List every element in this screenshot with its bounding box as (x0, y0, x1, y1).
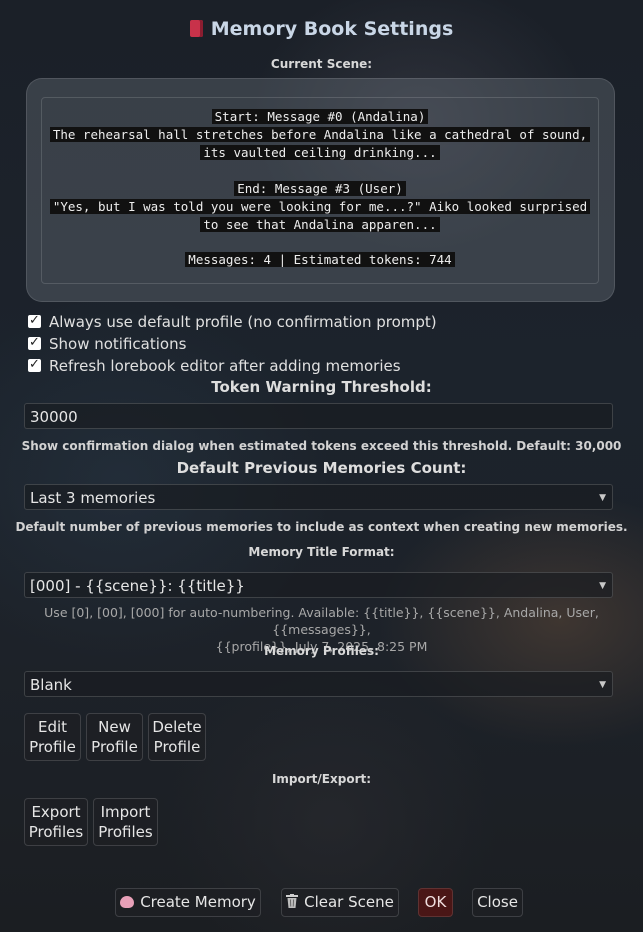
memory-profiles-label: Memory Profiles: (264, 644, 379, 658)
scene-panel: Start: Message #0 (Andalina) The rehears… (26, 78, 615, 302)
option-default-profile[interactable]: Always use default profile (no confirmat… (28, 311, 437, 332)
create-memory-button[interactable]: Create Memory (115, 888, 261, 917)
token-warning-hint: Show confirmation dialog when estimated … (21, 439, 622, 453)
checkbox[interactable] (28, 355, 41, 375)
edit-profile-button[interactable]: Edit Profile (24, 713, 81, 761)
ok-button[interactable]: OK (418, 888, 453, 917)
prev-memories-hint: Default number of previous memories to i… (15, 520, 628, 534)
token-warning-label: Token Warning Threshold: (211, 378, 432, 396)
chevron-down-icon: ▼ (599, 581, 606, 591)
option-refresh-lorebook[interactable]: Refresh lorebook editor after adding mem… (28, 355, 401, 376)
scene-start-line1: The rehearsal hall stretches before Anda… (49, 127, 591, 142)
brain-icon (120, 896, 135, 908)
token-warning-input[interactable]: 30000 (24, 403, 613, 429)
chevron-down-icon: ▼ (599, 680, 606, 690)
scene-start-line2: its vaulted ceiling drinking... (200, 145, 440, 160)
title-format-label: Memory Title Format: (248, 545, 395, 559)
import-export-label: Import/Export: (271, 772, 372, 786)
checkbox[interactable] (28, 333, 41, 353)
memory-profiles-select[interactable]: Blank ▼ (24, 671, 613, 697)
clear-scene-button[interactable]: Clear Scene (281, 888, 399, 917)
prev-memories-select[interactable]: Last 3 memories ▼ (24, 484, 613, 510)
import-profiles-button[interactable]: Import Profiles (93, 798, 158, 846)
scene-preview: Start: Message #0 (Andalina) The rehears… (41, 97, 599, 284)
new-profile-button[interactable]: New Profile (86, 713, 143, 761)
option-show-notifications[interactable]: Show notifications (28, 333, 186, 354)
trash-icon (286, 890, 299, 917)
dialog-title: Memory Book Settings (0, 16, 643, 42)
close-button[interactable]: Close (472, 888, 523, 917)
scene-end-line1: "Yes, but I was told you were looking fo… (49, 199, 591, 214)
export-profiles-button[interactable]: Export Profiles (24, 798, 88, 846)
scene-end-header: End: Message #3 (User) (234, 181, 406, 196)
book-icon (189, 20, 203, 37)
chevron-down-icon: ▼ (599, 493, 606, 503)
title-format-select[interactable]: [000] - {{scene}}: {{title}} ▼ (24, 572, 613, 598)
delete-profile-button[interactable]: Delete Profile (148, 713, 206, 761)
scene-end-line2: to see that Andalina apparen... (200, 217, 440, 232)
scene-start-header: Start: Message #0 (Andalina) (211, 109, 429, 124)
current-scene-label: Current Scene: (270, 57, 373, 71)
scene-stats: Messages: 4 | Estimated tokens: 744 (185, 252, 455, 267)
prev-memories-label: Default Previous Memories Count: (176, 459, 467, 477)
checkbox[interactable] (28, 311, 41, 331)
